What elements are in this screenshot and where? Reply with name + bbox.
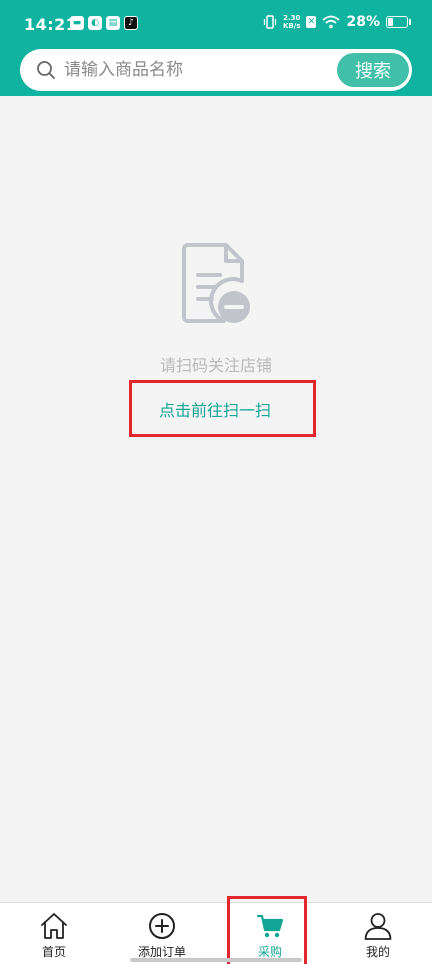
scan-qr-link-label[interactable]: 点击前往扫一扫 (159, 397, 271, 421)
nav-item-me-label: 我的 (365, 945, 390, 959)
person-icon (364, 913, 392, 940)
nav-item-add-order[interactable]: 添加订单 (108, 903, 216, 964)
search-bar: 搜索 (20, 49, 412, 91)
wifi-icon (322, 15, 341, 29)
home-indicator[interactable] (130, 958, 302, 962)
document-minus-icon (182, 243, 250, 323)
notification-icons: ▬ ◐ ▤ ♪ (70, 16, 138, 30)
app-header: 14:21 ▬ ◐ ▤ ♪ 2.30 KB/s ✕ 28% 请输入商品名称 搜索 (0, 0, 432, 96)
status-bar: 14:21 ▬ ◐ ▤ ♪ 2.30 KB/s ✕ 28% (0, 0, 432, 48)
browser-app-icon: ◐ (88, 16, 102, 30)
empty-state-message: 请扫码关注店铺 (159, 356, 272, 375)
network-speed: 2.30 KB/s (283, 14, 300, 30)
cart-icon (256, 914, 284, 938)
network-speed-unit: KB/s (283, 22, 301, 30)
battery-percent: 28% (346, 14, 380, 30)
nav-item-purchase[interactable]: 采购 (216, 903, 324, 964)
search-icon (37, 61, 55, 79)
bottom-nav: 首页 添加订单 采购 我的 (0, 902, 432, 964)
plus-circle-icon (149, 913, 175, 939)
tiktok-app-icon: ♪ (124, 16, 138, 30)
battery-icon (386, 16, 411, 28)
calendar-app-icon: ▤ (106, 16, 120, 30)
message-app-icon: ▬ (70, 16, 84, 30)
battery-level (388, 18, 393, 26)
nav-item-home-label: 首页 (41, 945, 66, 959)
network-speed-value: 2.30 (283, 14, 301, 22)
status-indicators: 2.30 KB/s ✕ 28% (263, 14, 411, 30)
nav-item-home[interactable]: 首页 (0, 903, 108, 964)
search-button[interactable]: 搜索 (337, 53, 409, 87)
search-input[interactable] (64, 49, 344, 91)
home-icon (41, 913, 67, 939)
no-sim-icon: ✕ (306, 16, 317, 28)
vibrate-icon (263, 15, 277, 29)
scan-qr-link[interactable]: 点击前往扫一扫 (129, 380, 316, 437)
nav-item-me[interactable]: 我的 (324, 903, 432, 964)
